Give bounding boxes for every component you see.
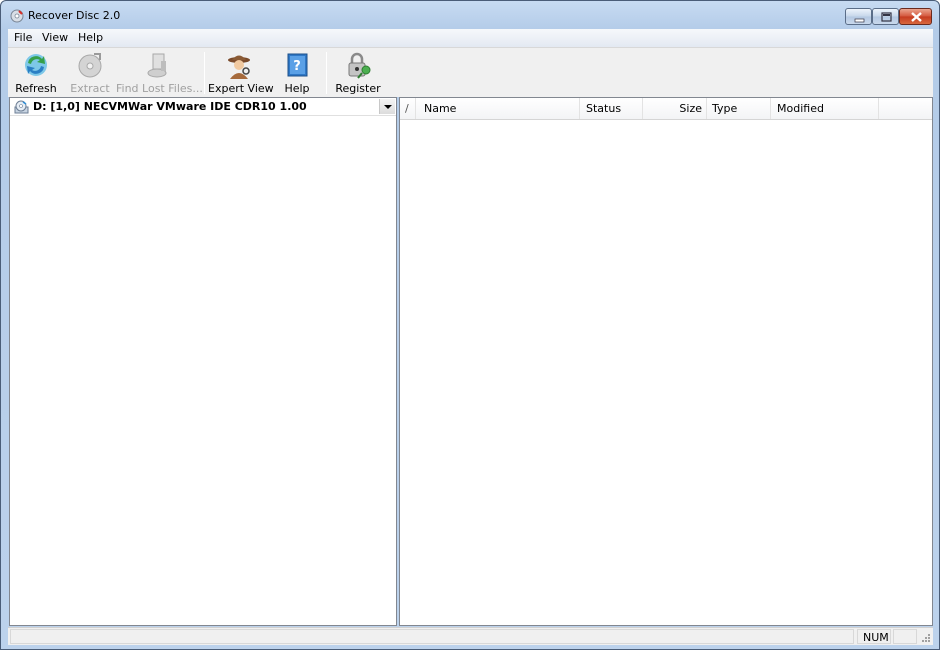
expert-view-label: Expert View	[208, 82, 274, 95]
extract-disc-icon	[78, 53, 102, 78]
status-bar: NUM	[8, 627, 933, 645]
app-window: Recover Disc 2.0 File View Help Refresh	[0, 0, 940, 650]
column-size[interactable]: Size	[643, 98, 707, 119]
minimize-icon	[854, 18, 865, 23]
cd-icon	[10, 9, 24, 23]
column-status-label: Status	[586, 102, 622, 115]
help-button[interactable]: ? Help	[274, 49, 320, 97]
extract-label: Extract	[70, 82, 110, 95]
resize-grip-icon[interactable]	[920, 632, 931, 643]
drive-tree-pane[interactable]: D: [1,0] NECVMWar VMware IDE CDR10 1.00	[9, 97, 397, 626]
drive-select-value: D: [1,0] NECVMWar VMware IDE CDR10 1.00	[33, 100, 307, 113]
status-panel-empty	[893, 629, 917, 644]
column-size-label: Size	[679, 102, 702, 115]
status-message	[10, 629, 854, 644]
close-icon	[911, 12, 922, 22]
restore-button[interactable]	[872, 8, 899, 25]
refresh-button[interactable]: Refresh	[10, 49, 62, 97]
column-modified[interactable]: Modified	[771, 98, 879, 119]
toolbar-separator	[326, 52, 327, 94]
help-book-icon: ?	[287, 53, 308, 77]
num-lock-label: NUM	[863, 631, 889, 644]
menu-help[interactable]: Help	[78, 31, 103, 44]
column-sort-indicator[interactable]: /	[400, 98, 416, 119]
padlock-key-icon	[348, 52, 371, 79]
file-list-pane[interactable]: / Name Status Size Type Modified	[399, 97, 933, 626]
refresh-label: Refresh	[15, 82, 57, 95]
extract-button[interactable]: Extract	[64, 49, 116, 97]
minimize-button[interactable]	[845, 8, 872, 25]
drive-select[interactable]: D: [1,0] NECVMWar VMware IDE CDR10 1.00	[10, 98, 396, 116]
menu-bar: File View Help	[8, 29, 933, 47]
window-title: Recover Disc 2.0	[28, 9, 121, 22]
column-name[interactable]: Name	[416, 98, 580, 119]
chevron-down-icon	[384, 105, 392, 109]
title-bar[interactable]: Recover Disc 2.0	[1, 1, 939, 29]
toolbar-separator	[204, 52, 205, 94]
file-list-header: / Name Status Size Type Modified	[400, 98, 932, 120]
refresh-icon	[25, 54, 47, 76]
column-status[interactable]: Status	[580, 98, 643, 119]
menu-view[interactable]: View	[42, 31, 68, 44]
find-files-icon	[147, 53, 167, 78]
toolbar: Refresh Extract Find Lost Files... Exper…	[8, 47, 933, 97]
svg-text:?: ?	[293, 59, 301, 74]
help-label: Help	[284, 82, 310, 95]
find-lost-files-button[interactable]: Find Lost Files...	[116, 49, 203, 97]
column-type[interactable]: Type	[707, 98, 771, 119]
num-lock-indicator: NUM	[857, 629, 891, 644]
drive-select-dropdown[interactable]	[379, 99, 395, 114]
restore-icon	[881, 12, 892, 22]
close-button[interactable]	[899, 8, 932, 25]
detective-icon	[228, 55, 250, 79]
column-modified-label: Modified	[777, 102, 824, 115]
column-name-label: Name	[424, 102, 457, 115]
column-type-label: Type	[712, 102, 738, 115]
cd-drive-icon	[14, 100, 29, 114]
find-lost-files-label: Find Lost Files...	[116, 82, 203, 95]
expert-view-button[interactable]: Expert View	[208, 49, 274, 97]
menu-file[interactable]: File	[14, 31, 32, 44]
register-label: Register	[335, 82, 381, 95]
register-button[interactable]: Register	[332, 49, 384, 97]
